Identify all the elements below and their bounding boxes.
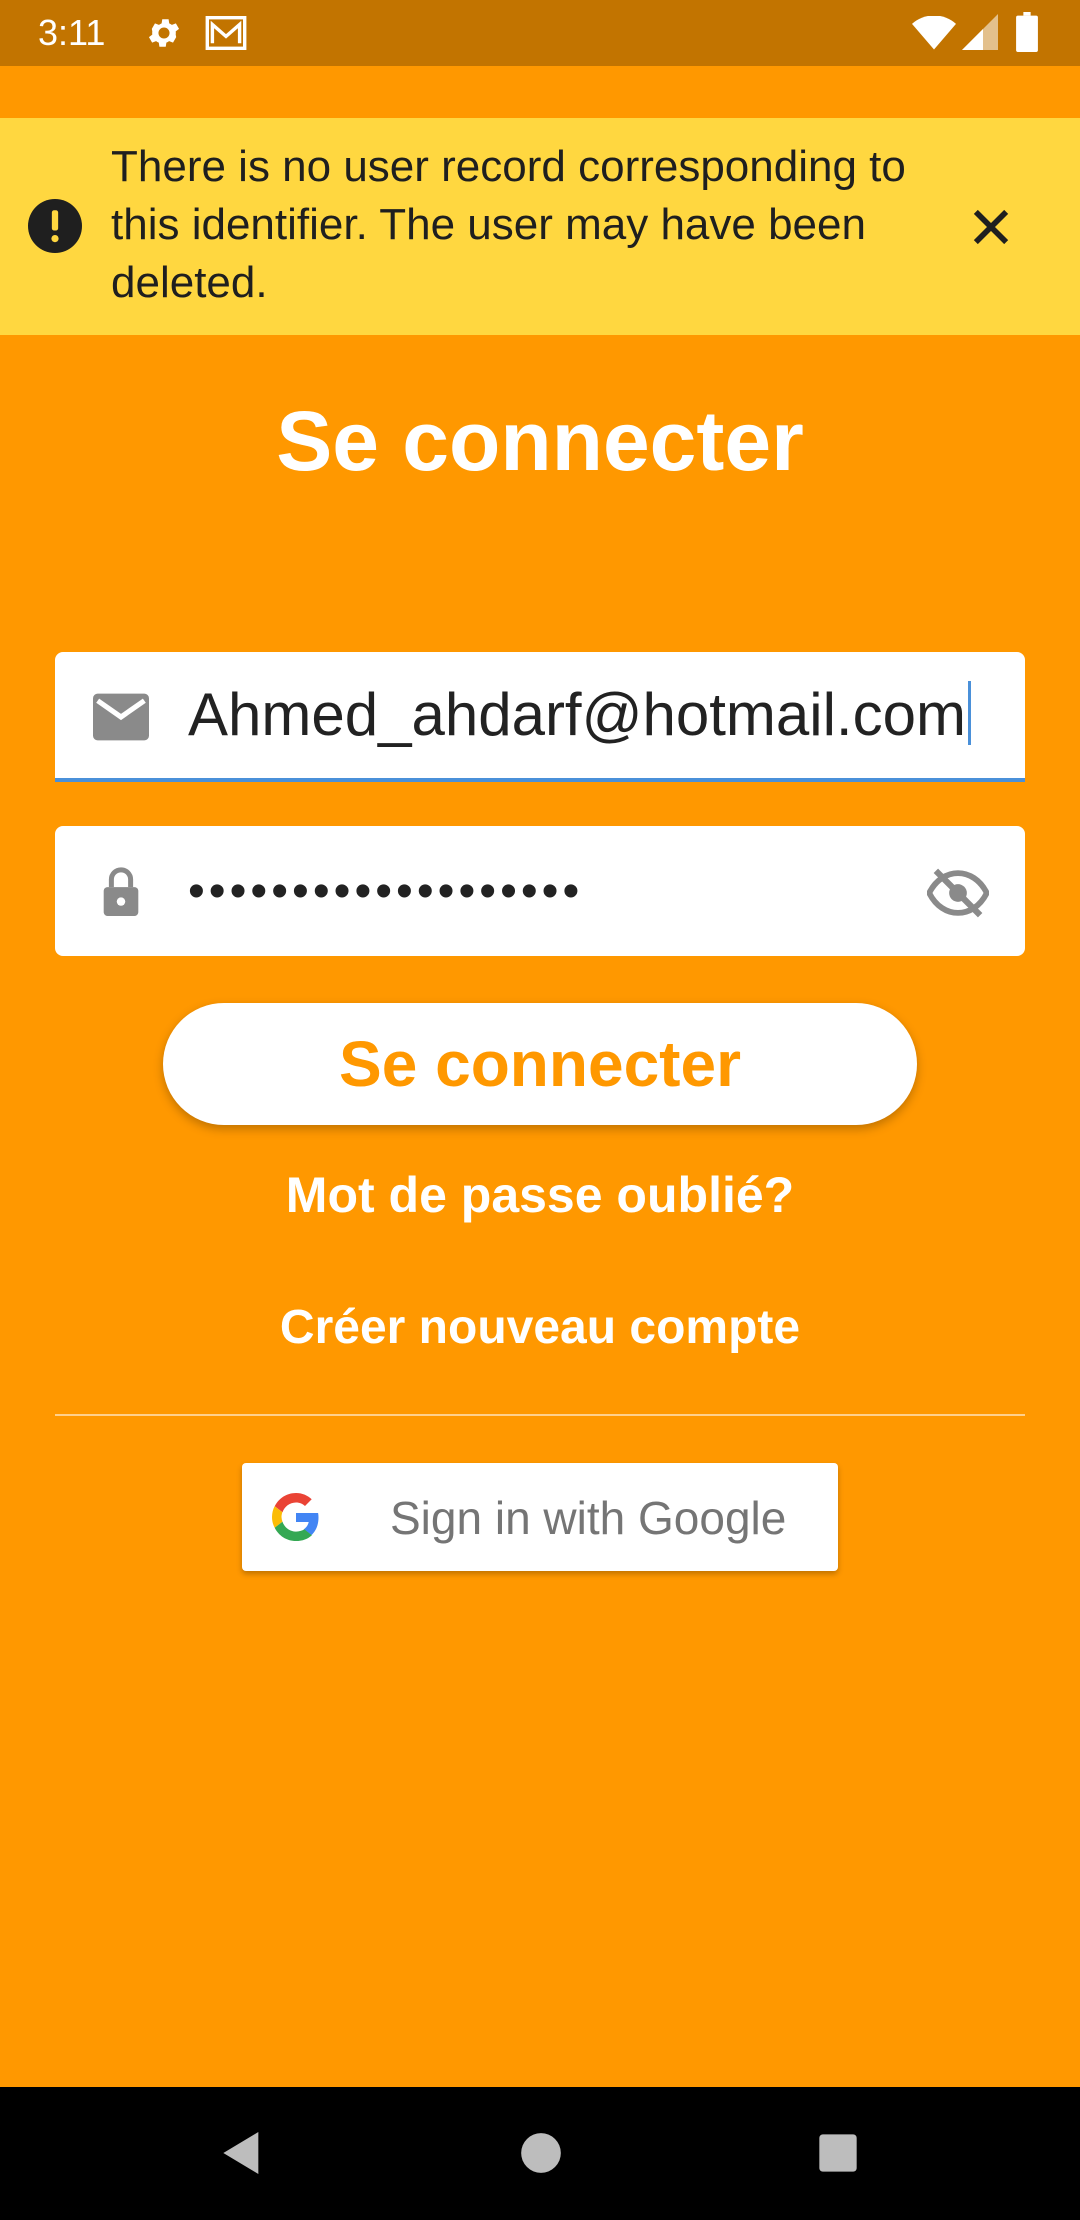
forgot-password-link[interactable]: Mot de passe oublié? [0,1166,1080,1224]
page-title: Se connecter [276,394,804,488]
eye-off-icon[interactable] [927,868,989,918]
password-input[interactable]: ••••••••••••••••••• [188,864,583,919]
navigation-bar [0,2087,1080,2220]
mail-icon [205,16,247,50]
google-signin-button[interactable]: Sign in with Google [242,1463,838,1571]
error-banner: There is no user record corresponding to… [0,118,1080,335]
gear-icon [148,19,180,47]
google-icon [272,1493,319,1541]
status-time: 3:11 [38,12,106,53]
signal-icon [962,14,998,50]
mail-icon [93,693,149,741]
email-input[interactable]: Ahmed_ahdarf@hotmail.com [188,680,971,749]
divider [55,1414,1025,1416]
login-button[interactable]: Se connecter [163,1003,917,1125]
back-icon[interactable] [214,2125,270,2181]
google-signin-label: Sign in with Google [390,1492,787,1544]
password-field[interactable]: ••••••••••••••••••• [55,826,1025,956]
status-bar: 3:11 [0,0,1080,66]
lock-icon [103,867,139,916]
close-icon[interactable] [965,201,1017,253]
create-account-link[interactable]: Créer nouveau compte [0,1300,1080,1355]
email-field[interactable]: Ahmed_ahdarf@hotmail.com [55,652,1025,782]
wifi-icon [912,16,956,50]
battery-icon [1016,12,1038,52]
recents-icon[interactable] [810,2125,866,2181]
home-icon[interactable] [513,2125,569,2181]
error-message: There is no user record corresponding to… [111,142,906,307]
alert-icon [28,199,82,253]
